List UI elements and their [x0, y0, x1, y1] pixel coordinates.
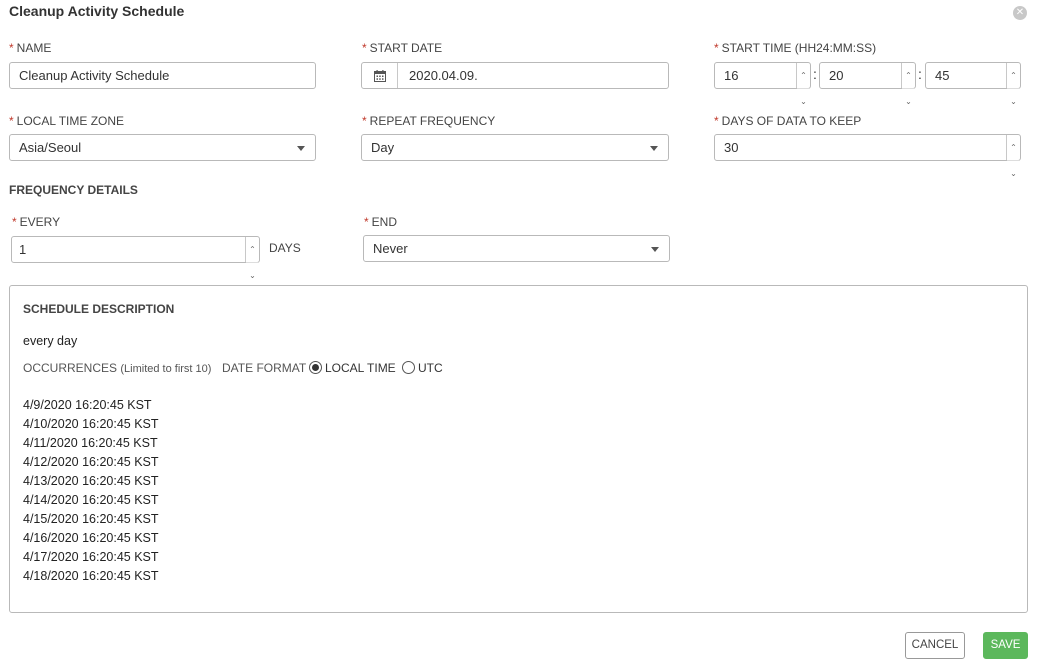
every-unit-label: DAYS	[269, 241, 301, 255]
calendar-icon[interactable]	[362, 63, 398, 88]
time-zone-select[interactable]: Asia/Seoul	[9, 134, 316, 161]
spin-down-icon[interactable]: ⌄	[797, 89, 810, 114]
start-date-field[interactable]: 2020.04.09.	[361, 62, 669, 89]
radio-unselected-icon[interactable]	[402, 361, 415, 374]
hours-spinner[interactable]: ⌃ ⌄	[796, 63, 810, 106]
name-input[interactable]: Cleanup Activity Schedule	[9, 62, 316, 89]
hours-value: 16	[724, 68, 739, 83]
utc-label: UTC	[418, 361, 443, 375]
time-separator: :	[918, 66, 922, 82]
list-item: 4/15/2020 16:20:45 KST	[23, 512, 159, 526]
time-zone-label: * LOCAL TIME ZONE	[9, 114, 125, 128]
start-time-minutes[interactable]: 20 ⌃ ⌄	[819, 62, 916, 106]
minutes-value: 20	[829, 68, 844, 83]
schedule-description-heading: SCHEDULE DESCRIPTION	[23, 302, 175, 316]
start-date-value: 2020.04.09.	[409, 68, 478, 83]
cancel-button[interactable]: CANCEL	[905, 632, 965, 659]
start-time-seconds[interactable]: 45 ⌃ ⌄	[925, 62, 1021, 106]
every-input[interactable]: 1 ⌃ ⌄	[11, 236, 260, 280]
end-value: Never	[373, 241, 408, 256]
start-time-hours[interactable]: 16 ⌃ ⌄	[714, 62, 811, 106]
occurrences-list: 4/9/2020 16:20:45 KST 4/10/2020 16:20:45…	[23, 396, 159, 586]
start-time-label: * START TIME (HH24:MM:SS)	[714, 41, 877, 55]
date-format-utc-option[interactable]: UTC	[402, 361, 443, 375]
spin-down-icon[interactable]: ⌄	[1007, 89, 1020, 114]
repeat-frequency-select[interactable]: Day	[361, 134, 669, 161]
close-icon[interactable]: ✕	[1013, 6, 1027, 20]
list-item: 4/16/2020 16:20:45 KST	[23, 531, 159, 545]
date-format-label: DATE FORMAT	[222, 361, 307, 375]
spin-up-icon[interactable]: ⌃	[1007, 135, 1020, 161]
spin-up-icon[interactable]: ⌃	[797, 63, 810, 89]
every-value: 1	[19, 242, 27, 257]
list-item: 4/13/2020 16:20:45 KST	[23, 474, 159, 488]
chevron-down-icon	[651, 247, 659, 252]
local-time-label: LOCAL TIME	[325, 361, 396, 375]
every-label: * EVERY	[12, 215, 61, 229]
schedule-description-panel	[9, 285, 1028, 613]
spin-down-icon[interactable]: ⌄	[1007, 161, 1020, 186]
chevron-down-icon	[297, 146, 305, 151]
days-to-keep-input[interactable]: 30 ⌃ ⌄	[714, 134, 1021, 178]
list-item: 4/18/2020 16:20:45 KST	[23, 569, 159, 583]
list-item: 4/11/2020 16:20:45 KST	[23, 436, 158, 450]
schedule-summary: every day	[23, 334, 78, 348]
every-spinner[interactable]: ⌃ ⌄	[245, 237, 259, 280]
chevron-down-icon	[650, 146, 658, 151]
spin-up-icon[interactable]: ⌃	[1007, 63, 1020, 89]
days-to-keep-value: 30	[724, 140, 739, 155]
repeat-frequency-label: * REPEAT FREQUENCY	[362, 114, 496, 128]
date-format-local-option[interactable]: LOCAL TIME	[309, 361, 396, 375]
end-select[interactable]: Never	[363, 235, 670, 262]
list-item: 4/10/2020 16:20:45 KST	[23, 417, 159, 431]
list-item: 4/17/2020 16:20:45 KST	[23, 550, 159, 564]
days-to-keep-label: * DAYS OF DATA TO KEEP	[714, 114, 862, 128]
time-zone-value: Asia/Seoul	[19, 140, 82, 155]
save-button[interactable]: SAVE	[983, 632, 1028, 659]
radio-selected-icon[interactable]	[309, 361, 322, 374]
list-item: 4/12/2020 16:20:45 KST	[23, 455, 159, 469]
list-item: 4/14/2020 16:20:45 KST	[23, 493, 159, 507]
seconds-spinner[interactable]: ⌃ ⌄	[1006, 63, 1020, 106]
seconds-value: 45	[935, 68, 950, 83]
end-label: * END	[364, 215, 398, 229]
time-separator: :	[813, 66, 817, 82]
spin-up-icon[interactable]: ⌃	[902, 63, 915, 89]
repeat-frequency-value: Day	[371, 140, 395, 155]
days-to-keep-spinner[interactable]: ⌃ ⌄	[1006, 135, 1020, 178]
frequency-details-heading: FREQUENCY DETAILS	[9, 183, 138, 197]
start-date-label: * START DATE	[362, 41, 443, 55]
name-label: * NAME	[9, 41, 52, 55]
occurrences-label: OCCURRENCES	[23, 361, 118, 375]
list-item: 4/9/2020 16:20:45 KST	[23, 398, 152, 412]
minutes-spinner[interactable]: ⌃ ⌄	[901, 63, 915, 106]
dialog-title: Cleanup Activity Schedule	[9, 3, 185, 19]
occurrences-row: OCCURRENCES (Limited to first 10)	[23, 361, 211, 375]
spin-up-icon[interactable]: ⌃	[246, 237, 259, 263]
occurrences-note: (Limited to first 10)	[120, 363, 212, 375]
spin-down-icon[interactable]: ⌄	[902, 89, 915, 114]
